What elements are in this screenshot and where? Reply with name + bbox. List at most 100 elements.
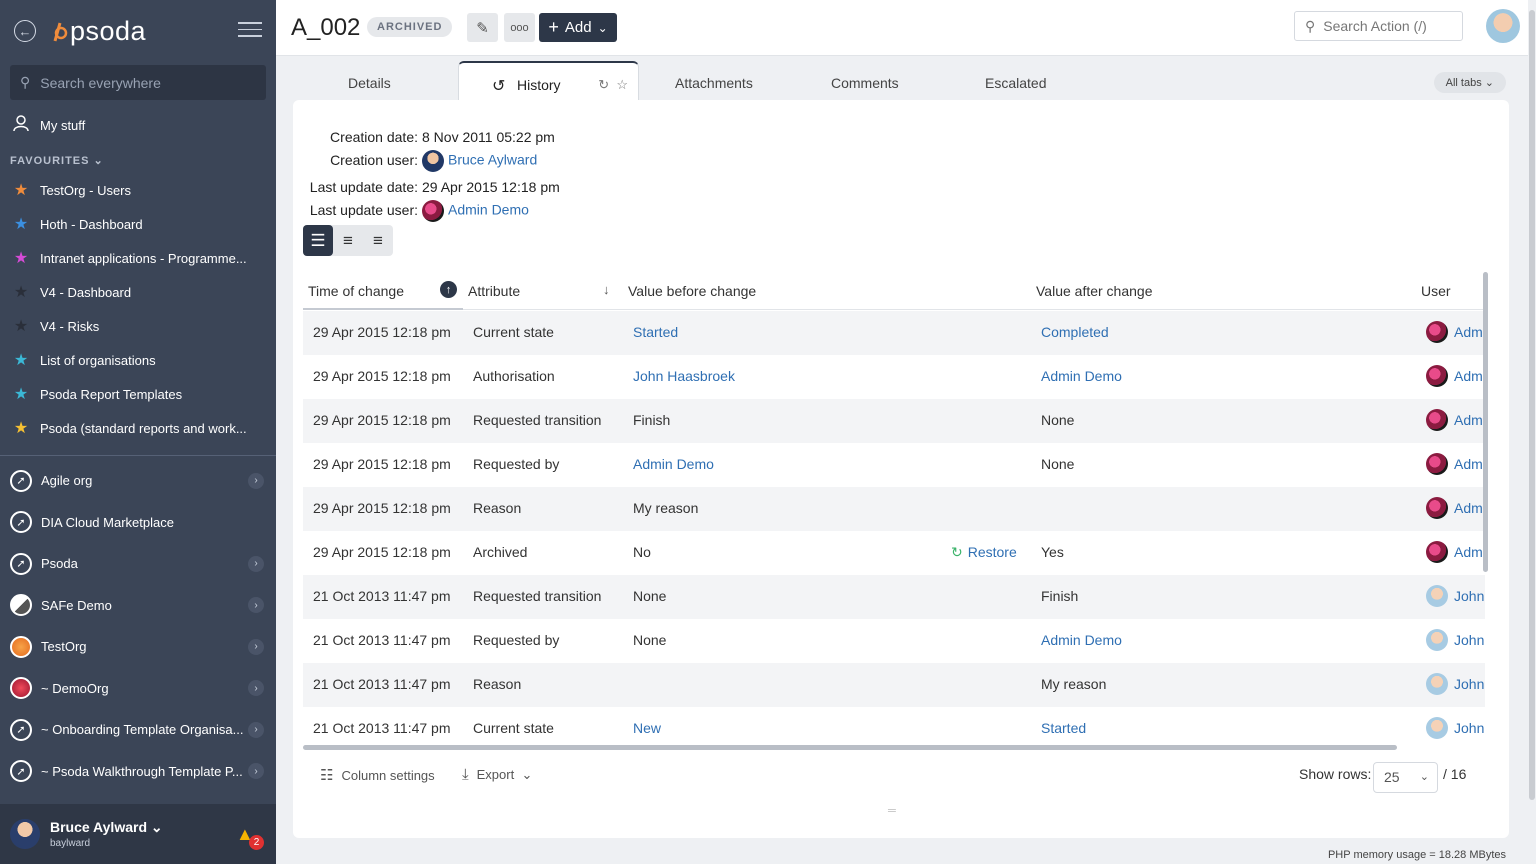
cell-value-after[interactable]: Completed [1041,324,1109,340]
sidebar-favourite-item[interactable]: ★ TestOrg - Users [0,173,276,207]
user-link[interactable]: Adm [1454,368,1483,384]
cell-user[interactable]: Adm [1426,453,1483,475]
density-comfortable-icon[interactable]: ☰ [303,225,333,256]
tab-details[interactable]: Details [348,75,391,91]
column-header-before[interactable]: Value before change [628,283,756,299]
sidebar-favourite-item[interactable]: ★ V4 - Dashboard [0,275,276,309]
cell-value-before[interactable]: John Haasbroek [633,368,735,384]
cell-user[interactable]: Adm [1426,409,1483,431]
cell-user[interactable]: Adm [1426,321,1483,343]
refresh-icon[interactable]: ↻ [598,77,609,92]
user-link[interactable]: Adm [1454,324,1483,340]
user-link[interactable]: Adm [1454,544,1483,560]
sidebar-organisation-item[interactable]: ➚ Agile org › [0,460,276,502]
sidebar-item-label: Psoda (standard reports and work... [40,420,247,436]
column-header-attribute[interactable]: Attribute [468,283,520,299]
sidebar-organisation-item[interactable]: ➚ Psoda › [0,543,276,585]
vertical-scrollbar[interactable] [1483,272,1488,572]
avatar[interactable] [1486,9,1520,43]
cell-user[interactable]: John [1426,673,1484,695]
sidebar-organisation-item[interactable]: ➚ DIA Cloud Marketplace [0,502,276,544]
column-header-after[interactable]: Value after change [1036,283,1153,299]
user-link[interactable]: John [1454,720,1484,736]
favourites-header[interactable]: FAVOURITES ⌄ [0,142,276,173]
edit-button[interactable]: ✎ [467,13,498,42]
chevron-right-icon[interactable]: › [248,597,264,614]
sort-descending-icon[interactable]: ↓ [603,282,610,297]
creation-user-link[interactable]: Bruce Aylward [448,152,537,168]
user-link[interactable]: Adm [1454,412,1483,428]
chevron-right-icon[interactable]: › [248,763,264,780]
tab-escalated[interactable]: Escalated [985,75,1046,91]
tab-comments[interactable]: Comments [831,75,899,91]
sidebar-organisation-item[interactable]: SAFe Demo › [0,585,276,627]
sidebar-item-label: Hoth - Dashboard [40,216,143,232]
sidebar-favourite-item[interactable]: ★ List of organisations [0,343,276,377]
add-button[interactable]: + Add ⌄ [539,13,617,42]
sidebar-favourite-item[interactable]: ★ Psoda Report Templates [0,377,276,411]
density-dense-icon[interactable]: ≡ [363,225,393,256]
horizontal-scrollbar[interactable] [303,745,1397,750]
all-tabs-button[interactable]: All tabs ⌄ [1433,72,1506,93]
back-icon[interactable]: ← [14,20,36,42]
sidebar-user[interactable]: Bruce Aylward ⌄ baylward ▲ 2 [0,804,276,864]
sidebar-search-input[interactable]: ⚲ Search everywhere [10,65,266,100]
chevron-right-icon[interactable]: › [248,555,264,572]
cell-user[interactable]: Adm [1426,497,1483,519]
user-link[interactable]: John [1454,676,1484,692]
more-options-button[interactable]: ooo [504,13,535,42]
cell-user[interactable]: Adm [1426,365,1483,387]
avatar [1426,321,1448,343]
cell-value-after[interactable]: Started [1041,720,1086,736]
export-button[interactable]: ⤓ Export ⌄ [462,766,532,783]
column-header-user[interactable]: User [1421,283,1451,299]
sidebar-favourite-item[interactable]: ★ Hoth - Dashboard [0,207,276,241]
cell-value-before[interactable]: New [633,720,661,736]
column-settings-button[interactable]: ☷ Column settings [320,766,435,784]
logo[interactable]: psoda [52,16,146,47]
rows-per-page-select[interactable]: 25 ⌄ [1373,762,1438,793]
cell-user[interactable]: Adm [1426,541,1483,563]
last-update-user-link[interactable]: Admin Demo [448,202,529,218]
sidebar-item-my-stuff[interactable]: My stuff [0,108,276,142]
sidebar-favourite-item[interactable]: ★ Psoda (standard reports and work... [0,411,276,445]
cell-value-before[interactable]: Admin Demo [633,456,714,472]
history-icon: ↺ [492,78,506,95]
user-link[interactable]: Adm [1454,456,1483,472]
resize-handle-icon[interactable]: ═ [888,805,896,817]
sidebar-organisation-item[interactable]: ➚ ~ Onboarding Template Organisa... › [0,709,276,751]
page-scrollbar[interactable] [1528,0,1536,864]
tab-history[interactable]: ↺ History ↻ ☆ [458,61,639,101]
cell-user[interactable]: John [1426,717,1484,739]
cell-value-after[interactable]: Admin Demo [1041,368,1122,384]
sidebar-organisation-item[interactable]: TestOrg › [0,626,276,668]
notifications-button[interactable]: ▲ 2 [236,824,264,850]
density-compact-icon[interactable]: ≡ [333,225,363,256]
chevron-right-icon[interactable]: › [248,638,264,655]
sidebar-organisation-item[interactable]: ~ DemoOrg › [0,668,276,710]
collapse-menu-icon[interactable] [238,22,262,40]
cell-user[interactable]: John [1426,585,1484,607]
cell-value-after[interactable]: Admin Demo [1041,632,1122,648]
sidebar-favourite-item[interactable]: ★ V4 - Risks [0,309,276,343]
sidebar-favourite-item[interactable]: ★ Intranet applications - Programme... [0,241,276,275]
user-link[interactable]: John [1454,588,1484,604]
chevron-right-icon[interactable]: › [248,721,264,738]
user-link[interactable]: Adm [1454,500,1483,516]
restore-icon: ↻ [951,544,963,560]
user-link[interactable]: John [1454,632,1484,648]
sidebar-organisation-item[interactable]: ➚ ~ Psoda Walkthrough Template P... › [0,751,276,793]
sort-ascending-icon[interactable]: ↑ [440,281,457,298]
chevron-down-icon: ⌄ [150,819,163,835]
chevron-right-icon[interactable]: › [248,680,264,697]
column-header-time[interactable]: Time of change [308,283,404,299]
download-icon: ⤓ [462,766,469,783]
action-search-input[interactable]: ⚲ Search Action (/) [1294,11,1463,41]
cell-value-before[interactable]: Started [633,324,678,340]
cell-user[interactable]: John [1426,629,1484,651]
star-icon[interactable]: ☆ [616,77,628,92]
tab-attachments[interactable]: Attachments [675,75,753,91]
chevron-right-icon[interactable]: › [248,472,264,489]
restore-button[interactable]: ↻ Restore [951,544,1017,561]
cell-attribute: Requested transition [473,588,602,604]
